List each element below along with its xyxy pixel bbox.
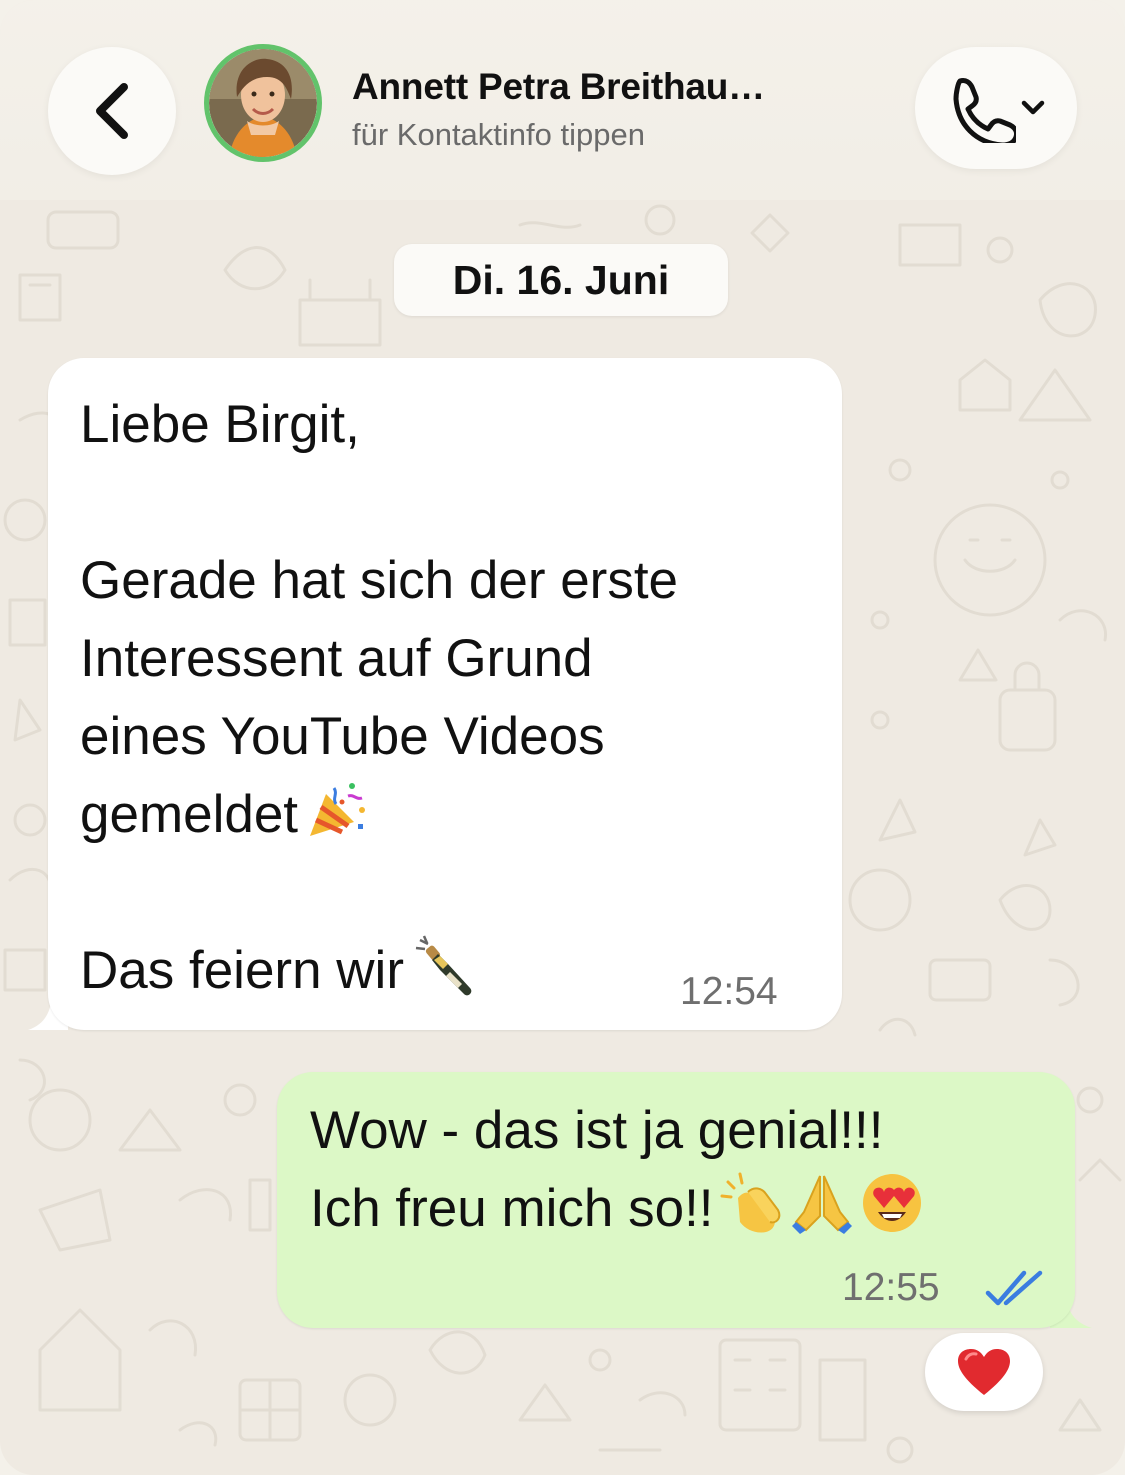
chat-header: Annett Petra Breithau… für Kontaktinfo t… [0,0,1125,200]
reaction-badge[interactable] [925,1333,1043,1411]
incoming-line-1: Liebe Birgit, [80,395,360,454]
incoming-line-8: Das feiern wir [80,941,404,1000]
heart-eyes-icon [862,1174,921,1232]
outgoing-line-2: Ich freu mich so!! [310,1179,714,1238]
outgoing-line-2-row: Ich freu mich so!! [310,1170,1050,1248]
clapping-hands-icon [720,1172,780,1233]
outgoing-line-1: Wow - das ist ja genial!!! [310,1101,884,1160]
incoming-line-4: Interessent auf Grund [80,629,593,688]
chevron-down-icon [1021,100,1045,115]
contact-name[interactable]: Annett Petra Breithau… [352,66,765,108]
champagne-bottle-icon [415,935,472,996]
phone-icon [953,78,1016,143]
red-heart-icon [958,1349,1010,1395]
outgoing-timestamp: 12:55 [842,1266,940,1309]
incoming-message-text: Liebe Birgit, Gerade hat sich der erste … [80,386,820,1010]
outgoing-message-text: Wow - das ist ja genial!!! Ich freu mich… [310,1092,1050,1248]
incoming-line-6-row: gemeldet [80,776,820,854]
incoming-line-6: gemeldet [80,785,299,844]
incoming-line-5: eines YouTube Videos [80,707,605,766]
folded-hands-icon [791,1175,852,1234]
chevron-left-icon [96,83,128,139]
double-check-icon [985,1270,1043,1306]
date-separator: Di. 16. Juni [394,244,728,316]
incoming-line-3: Gerade hat sich der erste [80,551,679,610]
chat-screen: Annett Petra Breithau… für Kontaktinfo t… [0,0,1125,1475]
incoming-line-7 [80,854,820,932]
call-button[interactable] [915,47,1077,169]
party-popper-icon [310,783,366,836]
back-button[interactable] [48,47,176,175]
incoming-timestamp: 12:54 [680,970,778,1013]
contact-avatar[interactable] [204,44,322,162]
contact-info-hint[interactable]: für Kontaktinfo tippen [352,117,645,153]
incoming-line-2 [80,464,820,542]
